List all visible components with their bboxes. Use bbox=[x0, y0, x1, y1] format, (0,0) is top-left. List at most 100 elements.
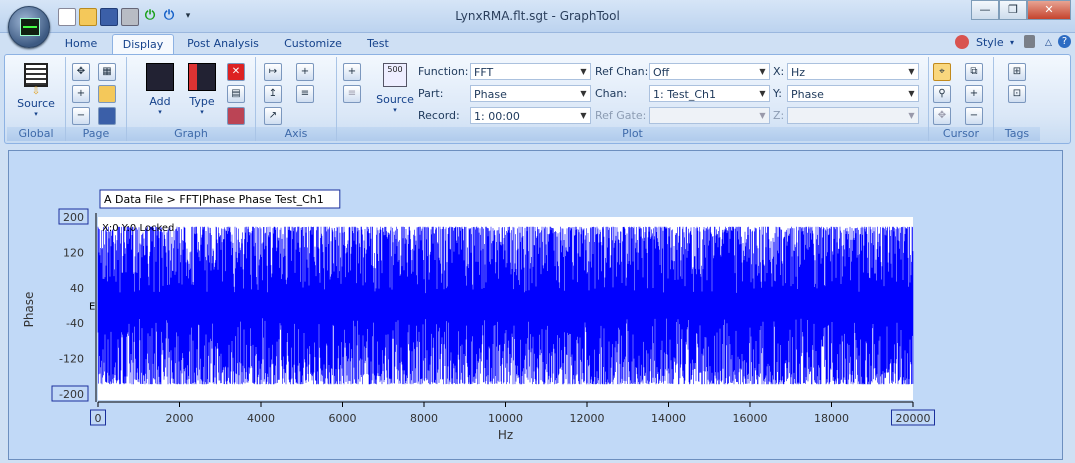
group-cursor: ⌖ ⧉ ⚲ + ✥ − Cursor bbox=[929, 57, 994, 141]
style-color-icon[interactable] bbox=[955, 35, 969, 49]
tag-add-icon[interactable]: ⊞ bbox=[1008, 63, 1026, 81]
window-title: LynxRMA.flt.sgt - GraphTool bbox=[455, 9, 620, 23]
close-button[interactable]: ✕ bbox=[1027, 0, 1071, 20]
axis-add-icon[interactable]: + bbox=[296, 63, 314, 81]
tab-display[interactable]: Display bbox=[112, 34, 174, 55]
ref-gate-label: Ref Gate: bbox=[595, 109, 647, 122]
plot-disabled-icon: ≡ bbox=[343, 85, 361, 103]
x-dropdown-icon[interactable]: ▼ bbox=[905, 64, 918, 79]
group-label-tags: Tags bbox=[994, 127, 1040, 141]
z-select: ▼ bbox=[787, 107, 919, 124]
x-tick-label: 10000 bbox=[488, 412, 523, 425]
pan-icon: ✥ bbox=[933, 107, 951, 125]
cursor-group-icon[interactable]: ⧉ bbox=[965, 63, 983, 81]
group-global: ⇩ Source ▾ Global bbox=[7, 57, 66, 141]
tab-post-analysis[interactable]: Post Analysis bbox=[182, 34, 264, 54]
function-label: Function: bbox=[418, 65, 469, 78]
x-select[interactable]: Hz ▼ bbox=[787, 63, 919, 80]
axis-y-icon[interactable]: ↥ bbox=[264, 85, 282, 103]
cursor-remove-icon[interactable]: − bbox=[965, 107, 983, 125]
y-tick-label: 40 bbox=[70, 282, 84, 295]
add-dropdown-icon: ▾ bbox=[158, 108, 162, 116]
delete-graph-icon[interactable]: ✕ bbox=[227, 63, 245, 81]
type-dropdown-icon: ▾ bbox=[200, 108, 204, 116]
x-tick-label[interactable]: 20000 bbox=[896, 412, 931, 425]
series-phase bbox=[97, 226, 914, 385]
ref-chan-select[interactable]: Off ▼ bbox=[649, 63, 770, 80]
save-page-icon[interactable] bbox=[98, 107, 116, 125]
graph-option-icon[interactable]: ▤ bbox=[227, 85, 245, 103]
chan-dropdown-icon[interactable]: ▼ bbox=[756, 86, 769, 101]
part-select[interactable]: Phase ▼ bbox=[470, 85, 591, 102]
x-tick-label: 2000 bbox=[166, 412, 194, 425]
cursor-add-icon[interactable]: + bbox=[965, 85, 983, 103]
graph-color-icon[interactable] bbox=[227, 107, 245, 125]
minimize-button[interactable]: — bbox=[971, 0, 999, 20]
phase-chart[interactable]: 0 2000 4000 6000 8000 10000 12000 14000 16000 180… bbox=[9, 151, 1060, 457]
group-plot: + ≡ 500 Source ▾ Function: FFT ▼ Part: Ph… bbox=[337, 57, 929, 141]
y-tick-label: -120 bbox=[59, 353, 84, 366]
add-page-icon[interactable]: + bbox=[72, 85, 90, 103]
y-tick-label[interactable]: -200 bbox=[59, 388, 84, 401]
y-tick-label[interactable]: 200 bbox=[63, 211, 84, 224]
graph-type-icon bbox=[188, 63, 216, 91]
group-graph: Add ▾ Type ▾ ✕ ▤ Graph bbox=[127, 57, 256, 141]
page-cursor-icon[interactable]: ✥ bbox=[72, 63, 90, 81]
style-menu[interactable]: Style bbox=[976, 36, 1004, 49]
function-dropdown-icon[interactable]: ▼ bbox=[577, 64, 590, 79]
ref-gate-select: ▼ bbox=[649, 107, 770, 124]
plot-source-icon: 500 bbox=[383, 63, 407, 87]
add-plot-icon[interactable]: + bbox=[343, 63, 361, 81]
cursor-select-icon[interactable]: ⌖ bbox=[933, 63, 951, 81]
x-tick-label: 16000 bbox=[733, 412, 768, 425]
group-label-cursor: Cursor bbox=[929, 127, 993, 141]
group-tags: ⊞ ⊡ Tags bbox=[994, 57, 1040, 141]
ribbon-collapse-icon[interactable]: △ bbox=[1045, 38, 1052, 48]
y-label: Y: bbox=[773, 87, 782, 100]
y-dropdown-icon[interactable]: ▼ bbox=[905, 86, 918, 101]
style-dropdown-icon[interactable]: ▾ bbox=[1010, 38, 1014, 47]
tab-home[interactable]: Home bbox=[56, 34, 106, 54]
group-label-axis: Axis bbox=[256, 127, 336, 141]
ref-gate-dropdown-icon: ▼ bbox=[759, 111, 766, 120]
part-dropdown-icon[interactable]: ▼ bbox=[577, 86, 590, 101]
source-button[interactable]: ⇩ Source ▾ bbox=[13, 63, 59, 118]
lock-icon[interactable] bbox=[1024, 35, 1035, 48]
x-label: X: bbox=[773, 65, 785, 78]
title-bar: ⏻ ⏻ ▾ LynxRMA.flt.sgt - GraphTool — ❐ ✕ bbox=[0, 0, 1075, 33]
series-line bbox=[97, 226, 914, 385]
oscilloscope-icon bbox=[20, 18, 40, 36]
application-button[interactable] bbox=[8, 6, 50, 48]
tab-customize[interactable]: Customize bbox=[278, 34, 348, 54]
y-select[interactable]: Phase ▼ bbox=[787, 85, 919, 102]
help-icon[interactable]: ? bbox=[1058, 35, 1071, 48]
x-tick-label: 4000 bbox=[247, 412, 275, 425]
graph-type-button[interactable]: Type ▾ bbox=[185, 63, 219, 116]
chan-select[interactable]: 1: Test_Ch1 ▼ bbox=[649, 85, 770, 102]
record-label: Record: bbox=[418, 109, 460, 122]
axis-x-icon[interactable]: ↦ bbox=[264, 63, 282, 81]
x-tick-label[interactable]: 0 bbox=[95, 412, 102, 425]
graph-page[interactable]: 0 2000 4000 6000 8000 10000 12000 14000 16000 180… bbox=[8, 150, 1063, 460]
axis-align-icon[interactable]: ≡ bbox=[296, 85, 314, 103]
part-label: Part: bbox=[418, 87, 444, 100]
remove-page-icon[interactable]: − bbox=[72, 107, 90, 125]
tag-edit-icon[interactable]: ⊡ bbox=[1008, 85, 1026, 103]
source-icon bbox=[24, 63, 48, 87]
plot-source-button[interactable]: 500 Source ▾ bbox=[375, 63, 415, 114]
ref-chan-label: Ref Chan: bbox=[595, 65, 649, 78]
axis-diagonal-icon[interactable]: ↗ bbox=[264, 107, 282, 125]
restore-button[interactable]: ❐ bbox=[999, 0, 1027, 20]
add-graph-button[interactable]: Add ▾ bbox=[143, 63, 177, 116]
group-label-page: Page bbox=[66, 127, 126, 141]
ref-chan-dropdown-icon[interactable]: ▼ bbox=[756, 64, 769, 79]
record-select[interactable]: 1: 00:00 ▼ bbox=[470, 107, 591, 124]
record-dropdown-icon[interactable]: ▼ bbox=[577, 108, 590, 123]
zoom-icon[interactable]: ⚲ bbox=[933, 85, 951, 103]
cursor-locked-readout: X:0 Y:0 Locked bbox=[102, 223, 174, 234]
function-select[interactable]: FFT ▼ bbox=[470, 63, 591, 80]
open-page-icon[interactable] bbox=[98, 85, 116, 103]
page-select-icon[interactable]: ▦ bbox=[98, 63, 116, 81]
tab-test[interactable]: Test bbox=[360, 34, 396, 54]
x-tick-label: 8000 bbox=[410, 412, 438, 425]
